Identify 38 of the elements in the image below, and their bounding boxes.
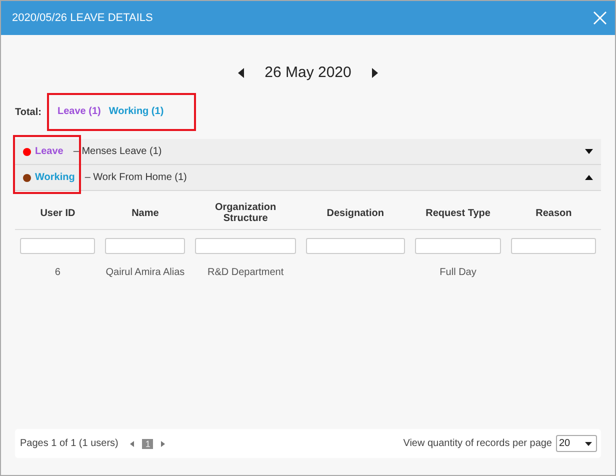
filter-field[interactable] bbox=[195, 238, 296, 254]
highlight-frame bbox=[13, 135, 81, 194]
previous-day-arrow-icon[interactable] bbox=[236, 68, 245, 78]
caret-icon[interactable] bbox=[585, 149, 593, 154]
category-detail: – Menses Leave (1) bbox=[73, 146, 163, 157]
filter-field[interactable] bbox=[306, 238, 405, 254]
category-header[interactable]: Leave – Menses Leave (1) bbox=[15, 139, 601, 165]
category-label: Working bbox=[35, 172, 75, 183]
table-cell: Full Day bbox=[440, 266, 476, 278]
column-header: Request Type bbox=[426, 208, 490, 218]
total-label: Total: bbox=[15, 106, 42, 118]
category-header[interactable]: Working – Work From Home (1) bbox=[15, 165, 601, 191]
filter-field[interactable] bbox=[105, 238, 186, 254]
column-header: User ID bbox=[40, 208, 76, 218]
column-header: Reason bbox=[536, 208, 572, 218]
caret-icon[interactable] bbox=[585, 175, 593, 180]
table-cell: Qairul Amira Alias bbox=[106, 266, 185, 278]
filter-field[interactable] bbox=[511, 238, 596, 254]
table-cell: 6 bbox=[54, 266, 60, 278]
filter-field[interactable] bbox=[414, 238, 502, 254]
category-label: Leave bbox=[35, 146, 64, 157]
window-title: 2020/05/26 LEAVE DETAILS bbox=[12, 12, 153, 24]
close-icon[interactable] bbox=[593, 11, 607, 25]
records-per-page-label: View quantity of records per page bbox=[403, 438, 552, 449]
records-per-page-dropdown[interactable]: 20 bbox=[556, 435, 597, 452]
table-cell: R&D Department bbox=[208, 266, 284, 278]
category-detail: – Work From Home (1) bbox=[84, 172, 188, 183]
pages-summary: Pages 1 of 1 (1 users) bbox=[20, 438, 118, 449]
total-count-link[interactable]: Leave (1) bbox=[57, 106, 101, 117]
filter-field[interactable] bbox=[20, 238, 96, 254]
date-label: 26 May 2020 bbox=[264, 64, 352, 81]
previous-page-icon[interactable] bbox=[130, 440, 134, 446]
next-page-icon[interactable] bbox=[161, 440, 166, 446]
column-header: Organization Structure bbox=[215, 202, 276, 224]
next-day-arrow-icon[interactable] bbox=[371, 68, 380, 78]
column-header: Designation bbox=[326, 208, 384, 218]
column-header: Name bbox=[132, 208, 159, 218]
caret-icon bbox=[585, 442, 592, 446]
